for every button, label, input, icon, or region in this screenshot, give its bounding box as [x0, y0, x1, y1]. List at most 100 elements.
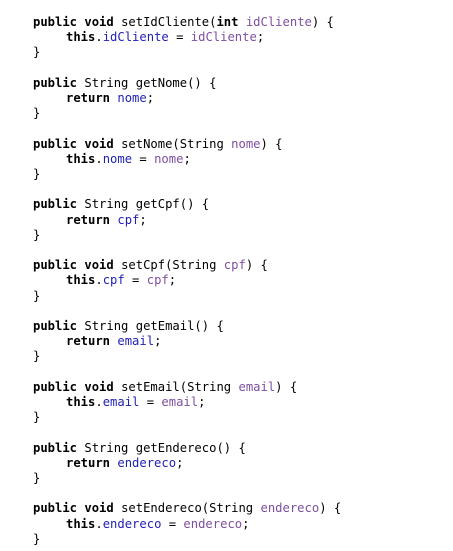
code-line: }	[33, 228, 40, 243]
code-token: public	[33, 258, 78, 273]
code-token: cpf	[223, 258, 246, 273]
code-token: return	[66, 455, 111, 470]
code-token: this	[66, 273, 96, 288]
code-token: this	[66, 151, 96, 166]
code-line: public String getCpf() {	[33, 197, 209, 212]
code-token: ;	[168, 273, 177, 288]
code-line: }	[33, 45, 40, 60]
code-token: nome	[102, 151, 133, 166]
code-token: return	[66, 334, 111, 349]
code-token: ) {	[245, 258, 268, 273]
code-token: ;	[139, 212, 147, 227]
code-token: }	[33, 227, 41, 242]
code-token: String getEndereco() {	[77, 440, 246, 455]
code-token: ;	[154, 334, 162, 349]
code-token: void	[84, 501, 114, 516]
code-token: return	[66, 212, 111, 227]
code-line: }	[33, 532, 40, 547]
code-token: ;	[242, 516, 250, 531]
code-token: cpf	[117, 212, 140, 227]
code-token: this	[66, 516, 96, 531]
code-token: }	[33, 531, 41, 546]
code-token: public	[33, 136, 78, 151]
code-token: setIdCliente(	[113, 15, 217, 29]
code-token: void	[84, 379, 114, 394]
code-line: public void setCpf(String cpf) {	[33, 258, 268, 273]
code-token: public	[33, 379, 78, 394]
code-token: String getCpf() {	[77, 197, 210, 212]
code-token: nome	[231, 136, 261, 151]
code-token: }	[33, 106, 41, 121]
code-line: }	[33, 471, 40, 486]
code-token: .	[95, 151, 103, 166]
code-token: nome	[117, 91, 147, 105]
code-token: }	[33, 471, 41, 485]
code-token: void	[84, 258, 114, 273]
code-token: this	[66, 30, 96, 45]
code-line: public String getEndereco() {	[33, 441, 246, 456]
code-line: return endereco;	[33, 456, 183, 471]
code-token: cpf	[102, 273, 125, 288]
code-token: ) {	[275, 379, 298, 394]
code-line: this.cpf = cpf;	[33, 273, 176, 288]
code-token: ;	[183, 151, 191, 166]
code-token: ;	[176, 455, 184, 470]
code-token: public	[33, 501, 78, 516]
code-token: .	[95, 395, 103, 409]
code-token: int	[216, 15, 239, 29]
code-token: void	[84, 136, 114, 151]
code-token: =	[139, 395, 162, 409]
code-line: }	[33, 106, 40, 121]
code-token: }	[33, 288, 41, 303]
code-token: ) {	[260, 136, 283, 151]
code-token: }	[33, 349, 41, 364]
code-line: return cpf;	[33, 213, 147, 228]
code-token: nome	[154, 151, 184, 166]
code-token: setEndereco(String	[113, 501, 261, 516]
code-line: this.nome = nome;	[33, 152, 191, 167]
code-token: endereco	[183, 516, 243, 531]
code-token: idCliente	[245, 15, 312, 29]
code-token: }	[33, 167, 41, 181]
code-token: email	[117, 334, 155, 349]
code-token: }	[33, 45, 41, 60]
code-token: }	[33, 410, 41, 425]
code-token: public	[33, 440, 78, 455]
code-line: this.email = email;	[33, 395, 205, 410]
code-listing: public void setIdCliente(int idCliente) …	[0, 0, 453, 551]
code-token: email	[161, 395, 199, 409]
code-line: }	[33, 410, 40, 425]
code-token: public	[33, 197, 78, 212]
code-line: return email;	[33, 334, 161, 349]
code-token: idCliente	[190, 30, 257, 45]
code-line: public String getEmail() {	[33, 319, 224, 334]
code-token: ;	[146, 91, 155, 105]
code-line: public void setEmail(String email) {	[33, 380, 297, 395]
code-token: ) {	[319, 501, 342, 516]
code-line: return nome;	[33, 91, 154, 106]
code-token: String getNome() {	[77, 75, 217, 90]
code-line: public String getNome() {	[33, 76, 216, 91]
code-token: =	[168, 30, 191, 45]
code-token: cpf	[146, 273, 169, 288]
code-token: ;	[256, 30, 265, 45]
code-token: ) {	[311, 15, 334, 29]
code-token: email	[102, 395, 140, 409]
code-token: idCliente	[102, 30, 169, 45]
code-token: endereco	[260, 501, 320, 516]
code-line: this.endereco = endereco;	[33, 517, 249, 532]
code-token: setCpf(String	[113, 258, 224, 273]
code-token: .	[95, 30, 103, 45]
code-token: .	[95, 273, 103, 288]
code-token: =	[161, 516, 184, 531]
code-token: email	[238, 379, 276, 394]
code-line: public void setIdCliente(int idCliente) …	[33, 15, 334, 30]
code-line: }	[33, 349, 40, 364]
code-token: ;	[198, 395, 206, 409]
code-token: setEmail(String	[113, 379, 239, 394]
code-token: public	[33, 75, 78, 90]
code-token: public	[33, 319, 78, 333]
code-line: this.idCliente = idCliente;	[33, 30, 264, 45]
code-line: public void setNome(String nome) {	[33, 137, 283, 152]
